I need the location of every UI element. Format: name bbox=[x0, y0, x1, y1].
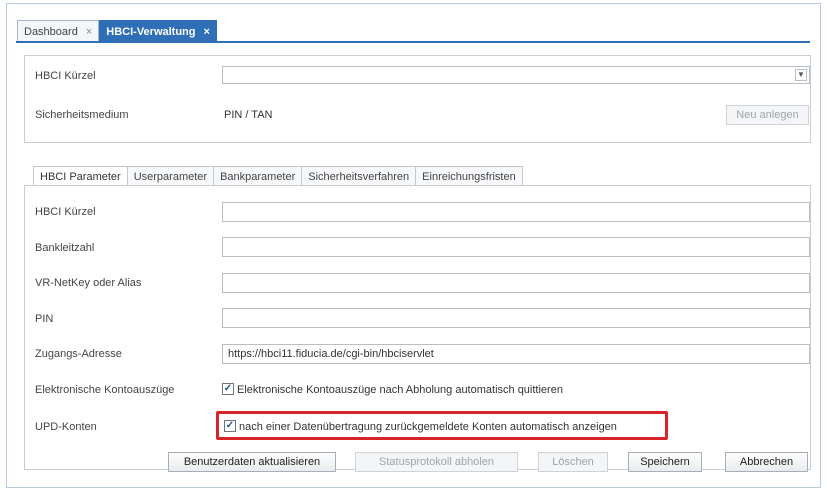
tab-accent-line bbox=[16, 41, 810, 43]
hbci-kuerzel-input[interactable] bbox=[222, 202, 810, 222]
upd-konten-label: UPD-Konten bbox=[35, 421, 97, 433]
tab-hbci-verwaltung-label: HBCI-Verwaltung bbox=[106, 25, 196, 38]
kontoauszuege-checkbox[interactable]: ✓ bbox=[222, 383, 234, 395]
bankleitzahl-label: Bankleitzahl bbox=[35, 242, 95, 254]
bankleitzahl-input[interactable] bbox=[222, 237, 810, 257]
cancel-button[interactable]: Abbrechen bbox=[725, 452, 808, 472]
close-icon[interactable]: × bbox=[86, 21, 92, 43]
tab-sicherheitsverfahren[interactable]: Sicherheitsverfahren bbox=[301, 166, 416, 186]
chevron-down-icon[interactable]: ▼ bbox=[795, 69, 807, 81]
kuerzel-label: HBCI Kürzel bbox=[35, 70, 96, 82]
pin-label: PIN bbox=[35, 313, 54, 325]
tab-bar: Dashboard × HBCI-Verwaltung × bbox=[17, 20, 217, 42]
tab-bankparameter[interactable]: Bankparameter bbox=[213, 166, 302, 186]
tab-hbci-parameter[interactable]: HBCI Parameter bbox=[33, 166, 127, 186]
kontoauszuege-label: Elektronische Kontoauszüge bbox=[35, 384, 175, 396]
highlight-box bbox=[216, 411, 668, 440]
pin-input[interactable] bbox=[222, 308, 810, 328]
hbci-kuerzel-label: HBCI Kürzel bbox=[35, 206, 96, 218]
tab-hbci-verwaltung[interactable]: HBCI-Verwaltung × bbox=[99, 20, 217, 42]
update-user-data-button[interactable]: Benutzerdaten aktualisieren bbox=[168, 452, 336, 472]
kuerzel-select[interactable]: ▼ bbox=[222, 66, 810, 84]
medium-value: PIN / TAN bbox=[224, 109, 273, 121]
medium-label: Sicherheitsmedium bbox=[35, 109, 129, 121]
new-button[interactable]: Neu anlegen bbox=[726, 105, 809, 125]
status-protocol-button[interactable]: Statusprotokoll abholen bbox=[355, 452, 518, 472]
tab-dashboard-label: Dashboard bbox=[24, 25, 78, 38]
delete-button[interactable]: Löschen bbox=[538, 452, 608, 472]
save-button[interactable]: Speichern bbox=[628, 452, 702, 472]
zugangs-adresse-input[interactable]: https://hbci11.fiducia.de/cgi-bin/hbcise… bbox=[222, 344, 810, 364]
tab-userparameter[interactable]: Userparameter bbox=[126, 166, 214, 186]
netkey-input[interactable] bbox=[222, 273, 810, 293]
tab-dashboard[interactable]: Dashboard × bbox=[17, 20, 100, 43]
zugangs-adresse-label: Zugangs-Adresse bbox=[35, 348, 122, 360]
tab-einreichungsfristen[interactable]: Einreichungsfristen bbox=[415, 166, 523, 186]
parameter-tabs: HBCI Parameter Userparameter Bankparamet… bbox=[33, 166, 523, 186]
close-icon[interactable]: × bbox=[204, 21, 210, 43]
kontoauszuege-checkbox-label[interactable]: Elektronische Kontoauszüge nach Abholung… bbox=[237, 384, 563, 396]
netkey-label: VR-NetKey oder Alias bbox=[35, 277, 142, 289]
